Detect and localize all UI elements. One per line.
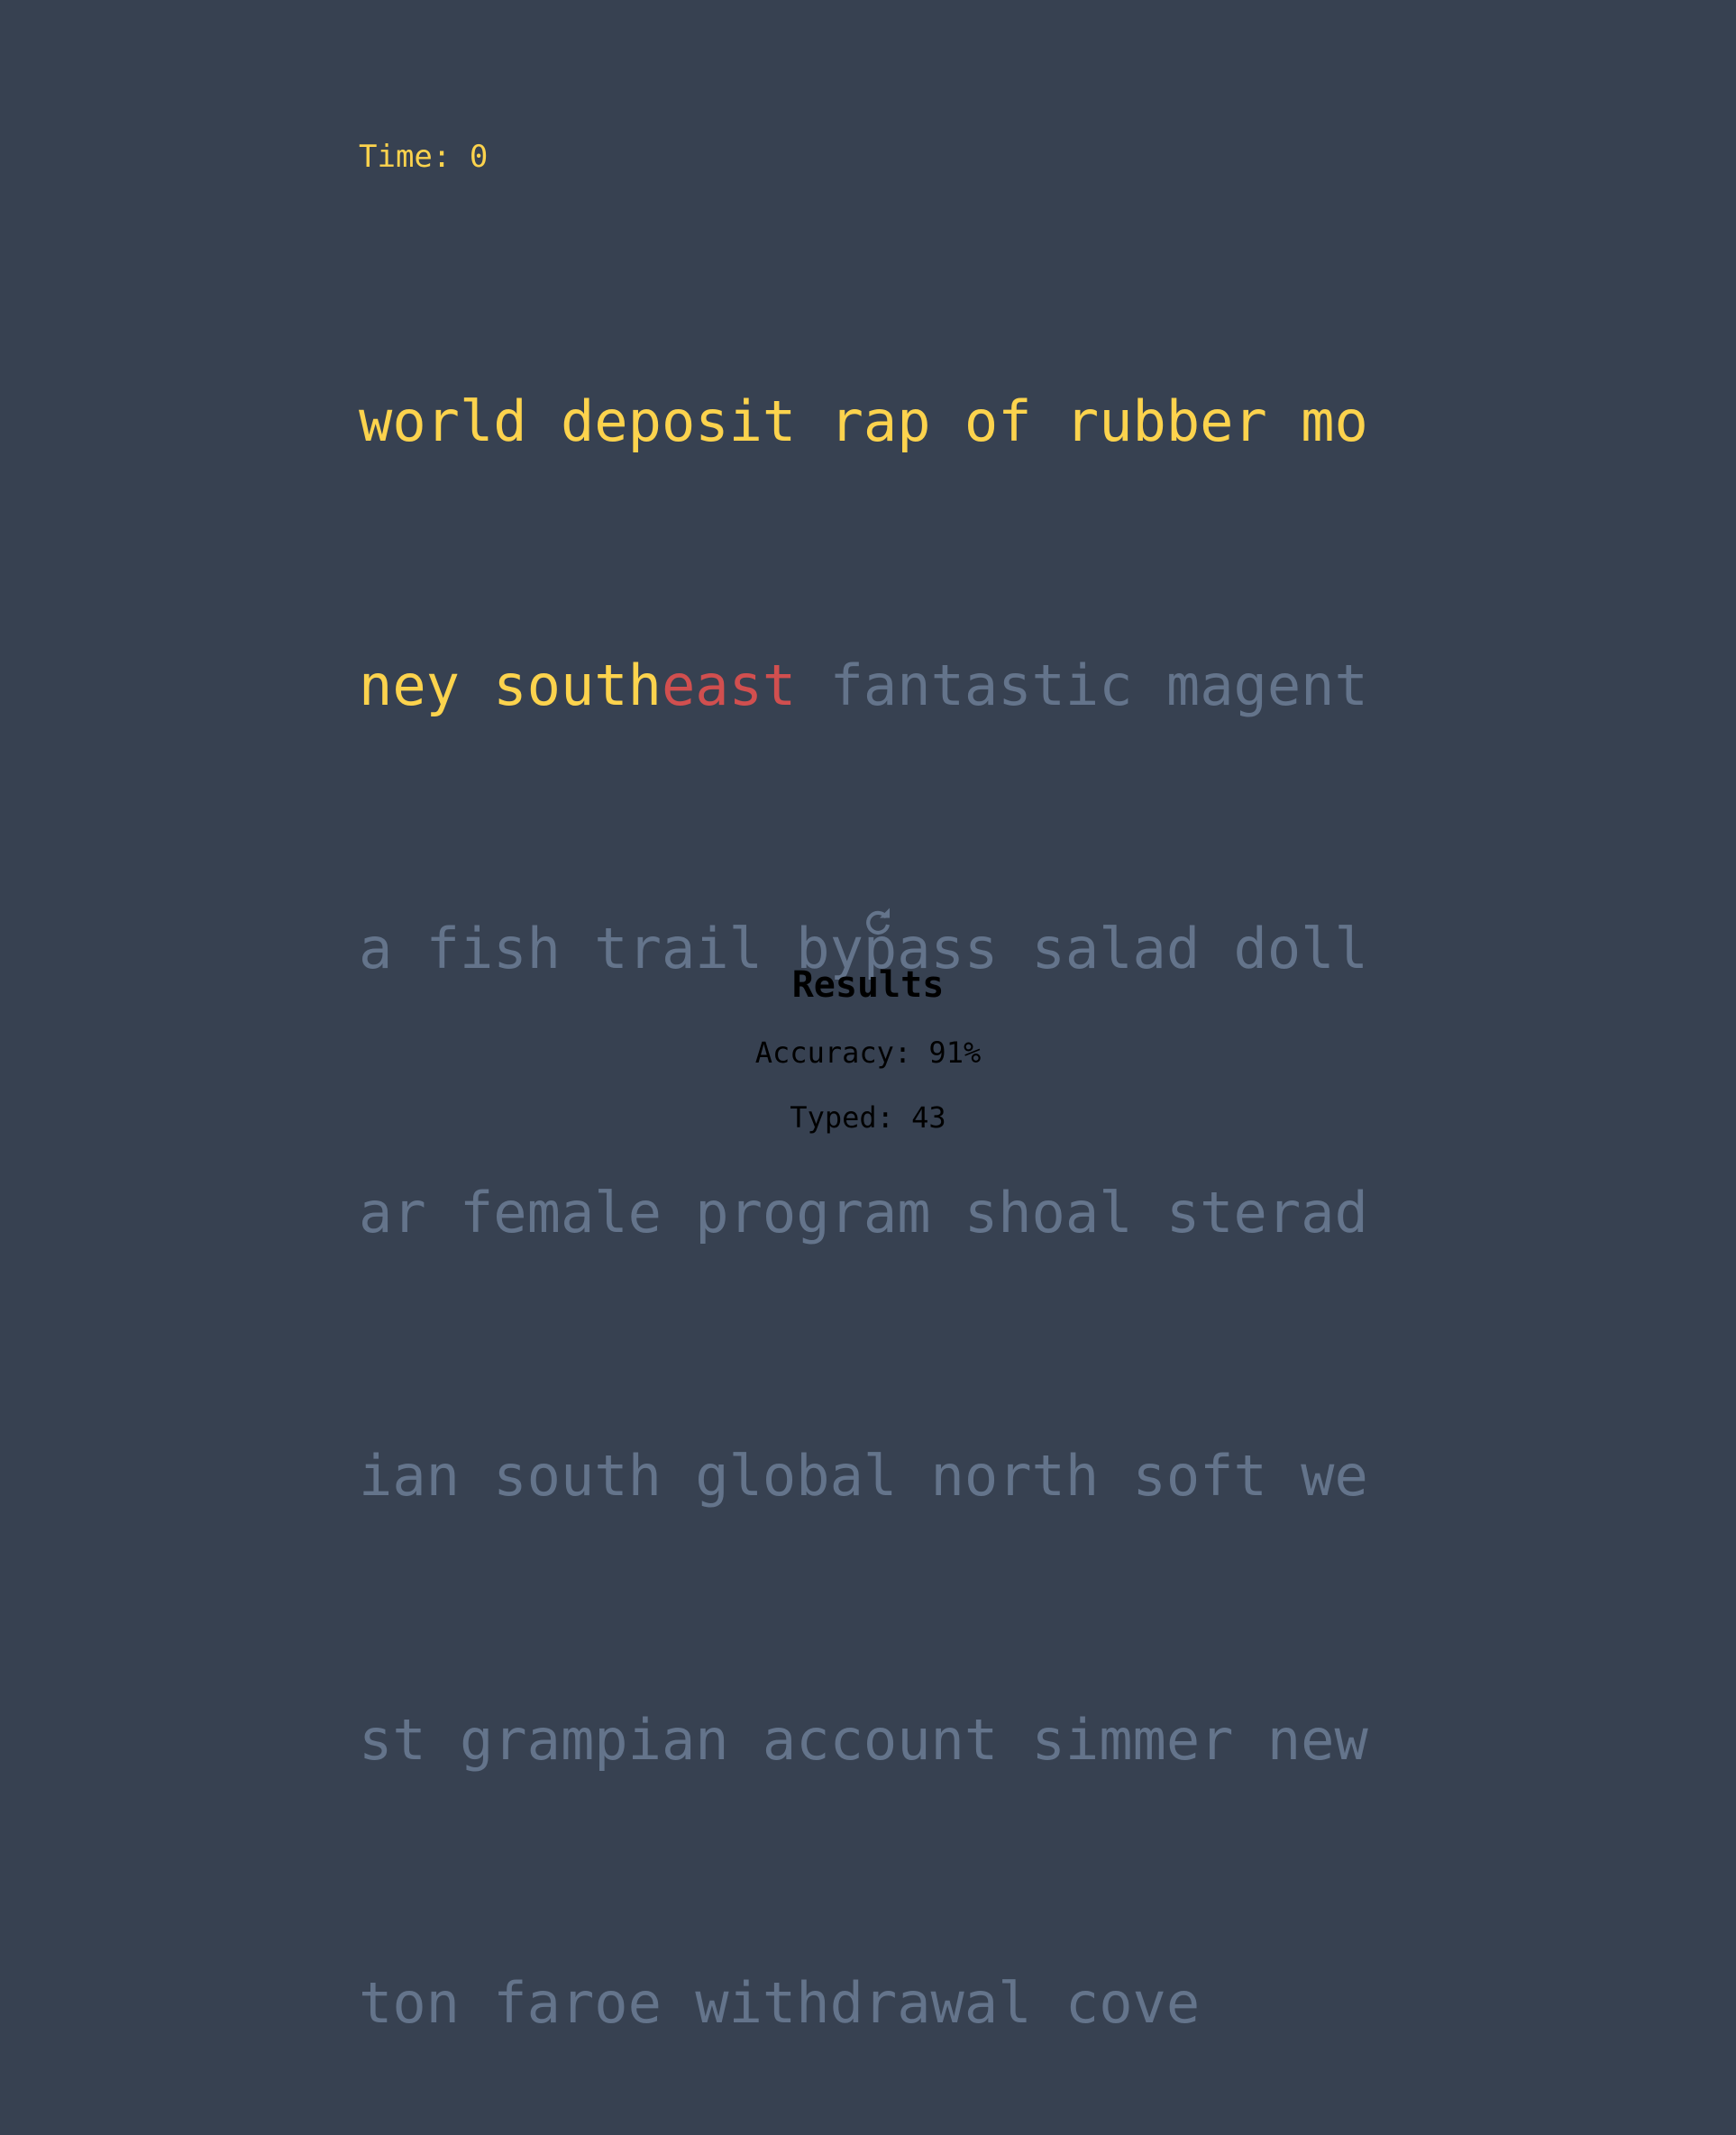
timer-display: Time: 0 xyxy=(359,139,489,175)
typing-text-area[interactable]: world deposit rap of rubber mo ney south… xyxy=(359,202,1386,2135)
error-text: east xyxy=(661,652,797,718)
accuracy-stat: Accuracy: 91% xyxy=(754,1036,982,1070)
untyped-text: st grampian account simmer new xyxy=(359,1706,1368,1773)
untyped-text: ian south global north soft we xyxy=(359,1443,1368,1509)
untyped-text: ar female program shoal sterad xyxy=(359,1179,1368,1245)
text-line: ton faroe withdrawal cove xyxy=(359,1959,1386,2048)
typed-text: world deposit rap of rubber mo xyxy=(359,388,1368,454)
restart-icon xyxy=(866,908,891,935)
text-line: st grampian account simmer new xyxy=(359,1696,1386,1784)
text-line: ar female program shoal sterad xyxy=(359,1169,1386,1257)
text-line: world deposit rap of rubber mo xyxy=(359,378,1386,466)
untyped-text: ton faroe withdrawal cove xyxy=(359,1970,1201,2036)
text-line: ney southeast fantastic magent xyxy=(359,642,1386,730)
typed-text: ney south xyxy=(359,652,662,718)
results-heading: Results xyxy=(791,964,945,1006)
restart-button[interactable] xyxy=(860,905,896,941)
untyped-text: fantastic magent xyxy=(796,652,1368,718)
text-line: ian south global north soft we xyxy=(359,1432,1386,1520)
typed-count-stat: Typed: 43 xyxy=(790,1100,946,1135)
